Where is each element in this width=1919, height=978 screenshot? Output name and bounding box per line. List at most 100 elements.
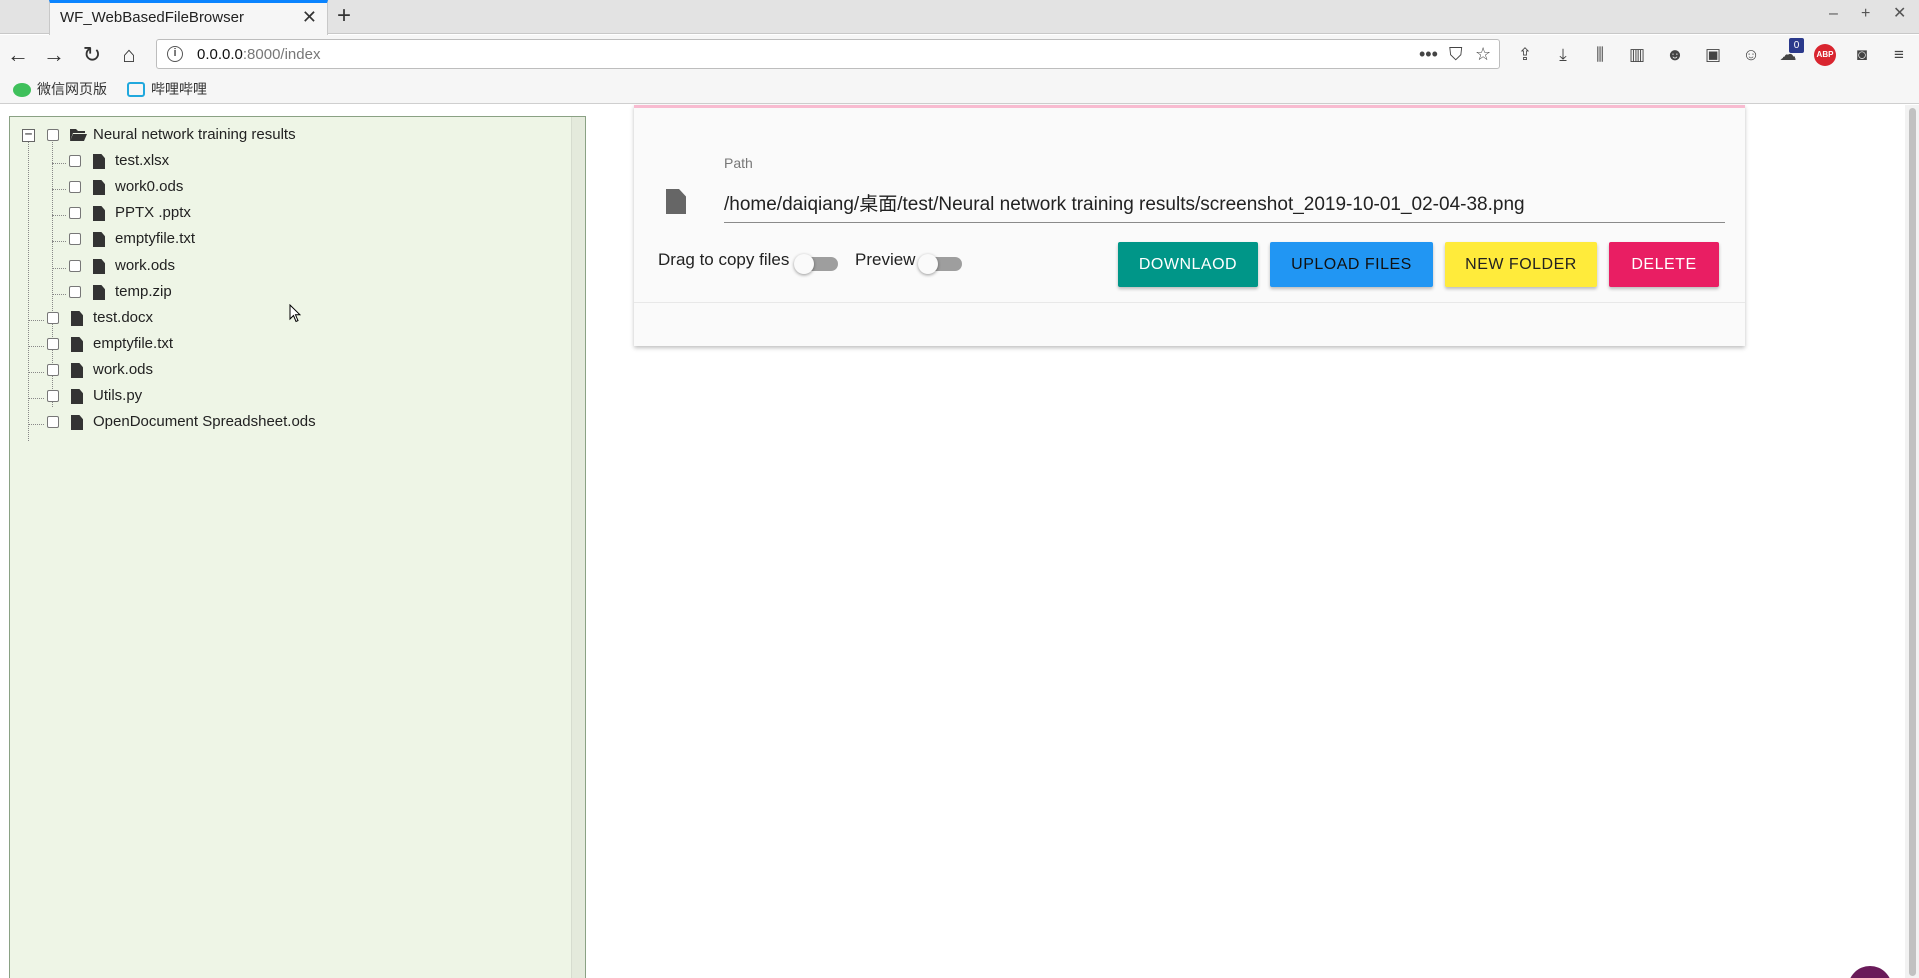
bookmarks-bar: 微信网页版 哔哩哔哩 (0, 75, 1919, 104)
file-icon (71, 363, 83, 378)
notification-badge: 0 (1789, 38, 1804, 53)
tree-checkbox[interactable] (69, 233, 81, 245)
mouse-cursor-icon (289, 304, 301, 323)
site-info-icon[interactable]: i (167, 46, 183, 62)
new-folder-button[interactable]: NEW FOLDER (1445, 242, 1597, 287)
bookmark-star-icon[interactable]: ☆ (1475, 43, 1491, 65)
tree-file[interactable]: work.ods (10, 359, 570, 381)
url-text[interactable]: 0.0.0.0:8000/index (197, 46, 320, 63)
tree-label: emptyfile.txt (115, 230, 196, 247)
file-icon (93, 285, 105, 300)
extension-avatar-icon[interactable]: ☻ (1664, 44, 1686, 66)
card-divider (634, 302, 1745, 303)
tree-folder-root[interactable]: − Neural network training results (10, 124, 570, 146)
tree-checkbox[interactable] (69, 207, 81, 219)
file-detail-card: Path /home/daiqiang/桌面/test/Neural netwo… (634, 105, 1745, 346)
sidebar-icon[interactable]: ▥ (1626, 44, 1648, 66)
file-icon (71, 311, 83, 326)
tree-checkbox[interactable] (69, 155, 81, 167)
collapse-icon[interactable]: − (22, 128, 35, 142)
library-icon[interactable]: ⫼ (1589, 44, 1611, 66)
menu-icon[interactable]: ≡ (1888, 44, 1910, 66)
download-button[interactable]: DOWNLAOD (1118, 242, 1258, 287)
file-tree-panel: − Neural network training results test.x… (9, 116, 586, 978)
tree-label: work.ods (93, 361, 154, 378)
pocket-icon[interactable]: ⛉ (1449, 43, 1463, 65)
tree-label: OpenDocument Spreadsheet.ods (93, 413, 316, 430)
url-path: :8000/index (242, 46, 321, 63)
tree-checkbox[interactable] (47, 364, 59, 376)
share-icon[interactable]: ⇪ (1514, 44, 1536, 66)
close-window-icon[interactable]: ✕ (1893, 4, 1906, 24)
tree-file[interactable]: Utils.py (10, 385, 570, 407)
floating-action-button[interactable] (1848, 966, 1892, 978)
preview-label: Preview (855, 250, 916, 269)
minimize-icon[interactable]: – (1829, 4, 1838, 24)
adblock-icon[interactable]: ABP (1814, 44, 1836, 66)
navigation-bar: ← → ↻ ⌂ i 0.0.0.0:8000/index ••• ⛉ ☆ ⇪ ⤓… (0, 35, 1919, 75)
tree-checkbox[interactable] (47, 416, 59, 428)
path-field-underline (724, 222, 1725, 223)
tree-checkbox[interactable] (69, 181, 81, 193)
bookmark-label: 微信网页版 (37, 81, 107, 97)
preview-toggle[interactable] (918, 254, 968, 274)
path-field-label: Path (724, 155, 753, 171)
tree-file[interactable]: emptyfile.txt (10, 333, 570, 355)
url-bar[interactable]: i 0.0.0.0:8000/index ••• ⛉ ☆ (156, 39, 1500, 69)
tree-label: temp.zip (115, 283, 172, 300)
reload-icon[interactable]: ↻ (78, 41, 106, 69)
bookmark-bilibili[interactable]: 哔哩哔哩 (127, 79, 207, 99)
open-folder-icon (70, 129, 87, 141)
page-scrollbar[interactable] (1905, 105, 1919, 978)
file-icon (71, 389, 83, 404)
tree-checkbox[interactable] (47, 129, 59, 141)
bookmark-label: 哔哩哔哩 (151, 81, 207, 97)
page-actions-icon[interactable]: ••• (1419, 43, 1438, 65)
path-field[interactable]: /home/daiqiang/桌面/test/Neural network tr… (724, 189, 1525, 216)
tree-scrollbar[interactable] (571, 117, 585, 978)
tree-label: emptyfile.txt (93, 335, 174, 352)
toggle-knob (918, 254, 938, 274)
browser-tab[interactable]: WF_WebBasedFileBrowser ✕ (49, 0, 328, 35)
file-icon (93, 206, 105, 221)
extension-face-icon[interactable]: ☺ (1740, 44, 1762, 66)
tree-checkbox[interactable] (47, 312, 59, 324)
tree-label: work.ods (115, 257, 176, 274)
file-icon (71, 337, 83, 352)
tree-file[interactable]: emptyfile.txt (10, 228, 570, 250)
file-icon (93, 154, 105, 169)
tree-file[interactable]: OpenDocument Spreadsheet.ods (10, 411, 570, 433)
tree-label: test.xlsx (115, 152, 170, 169)
upload-files-button[interactable]: UPLOAD FILES (1270, 242, 1433, 287)
home-icon[interactable]: ⌂ (115, 41, 143, 69)
delete-button[interactable]: DELETE (1609, 242, 1719, 287)
close-tab-icon[interactable]: ✕ (302, 7, 317, 27)
tree-file[interactable]: PPTX .pptx (10, 202, 570, 224)
tree-checkbox[interactable] (47, 390, 59, 402)
tree-file[interactable]: test.xlsx (10, 150, 570, 172)
toggle-knob (794, 254, 814, 274)
tree-label: Neural network training results (93, 126, 296, 143)
extension-camera-icon[interactable]: ▣ (1702, 44, 1724, 66)
tree-label: test.docx (93, 309, 154, 326)
new-tab-icon[interactable]: + (337, 3, 351, 29)
tree-file[interactable]: work.ods (10, 255, 570, 277)
file-icon (71, 415, 83, 430)
tree-file[interactable]: temp.zip (10, 281, 570, 303)
drag-copy-toggle[interactable] (794, 254, 844, 274)
forward-icon[interactable]: → (40, 41, 68, 69)
extension-glasses-icon[interactable]: ◙ (1851, 44, 1873, 66)
scrollbar-thumb[interactable] (1909, 108, 1916, 976)
maximize-icon[interactable]: + (1861, 4, 1870, 24)
tree-file[interactable]: work0.ods (10, 176, 570, 198)
download-icon[interactable]: ⤓ (1552, 44, 1574, 66)
card-accent-line (634, 105, 1745, 108)
tree-checkbox[interactable] (47, 338, 59, 350)
tree-checkbox[interactable] (69, 260, 81, 272)
file-icon (666, 189, 686, 214)
back-icon[interactable]: ← (4, 41, 32, 69)
tab-title: WF_WebBasedFileBrowser (60, 9, 244, 26)
tree-checkbox[interactable] (69, 286, 81, 298)
file-icon (93, 259, 105, 274)
bookmark-wechat[interactable]: 微信网页版 (13, 79, 107, 99)
